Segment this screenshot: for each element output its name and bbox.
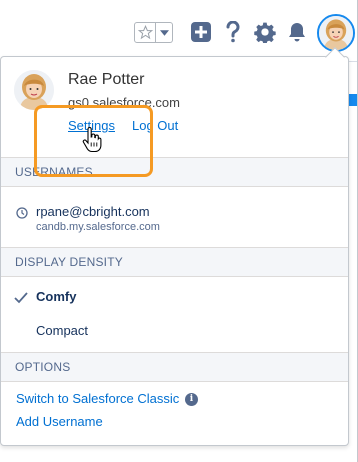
username-email[interactable]: rpane@cbright.com [36, 204, 150, 219]
favorites-star-button[interactable] [134, 22, 156, 43]
notifications-button[interactable] [286, 21, 308, 43]
avatar[interactable] [317, 14, 355, 52]
profile-name: Rae Potter [68, 71, 145, 88]
help-icon [226, 21, 240, 43]
hand-pointer-icon [82, 127, 102, 153]
chevron-down-icon [159, 29, 169, 36]
bell-icon [289, 23, 305, 42]
usernames-section-header: USERNAMES [1, 157, 348, 187]
username-domain: candb.my.salesforce.com [36, 221, 160, 233]
avatar-image [319, 16, 353, 50]
favorites-group [134, 22, 173, 43]
profile-avatar-image [14, 70, 54, 110]
logout-link[interactable]: Log Out [132, 118, 178, 133]
profile-avatar [14, 70, 54, 110]
info-icon[interactable]: i [185, 393, 198, 406]
clock-icon [16, 207, 28, 219]
help-button[interactable] [222, 21, 244, 43]
check-icon [14, 292, 28, 304]
display-density-section-header: DISPLAY DENSITY [1, 247, 348, 277]
setup-button[interactable] [254, 21, 276, 43]
gear-icon [254, 22, 276, 43]
options-section-header: OPTIONS [1, 352, 348, 382]
global-actions-button[interactable] [190, 21, 212, 43]
density-option-compact[interactable]: Compact [36, 323, 88, 338]
switch-to-classic-link[interactable]: Switch to Salesforce Classic [16, 391, 179, 406]
favorites-list-button[interactable] [156, 22, 173, 43]
background-page-strip [349, 94, 358, 106]
global-header [0, 0, 358, 62]
add-icon [191, 22, 211, 42]
profile-org-domain: gs0.salesforce.com [68, 95, 180, 110]
add-username-link[interactable]: Add Username [16, 414, 103, 429]
density-option-comfy[interactable]: Comfy [36, 289, 76, 304]
star-icon [137, 25, 153, 40]
